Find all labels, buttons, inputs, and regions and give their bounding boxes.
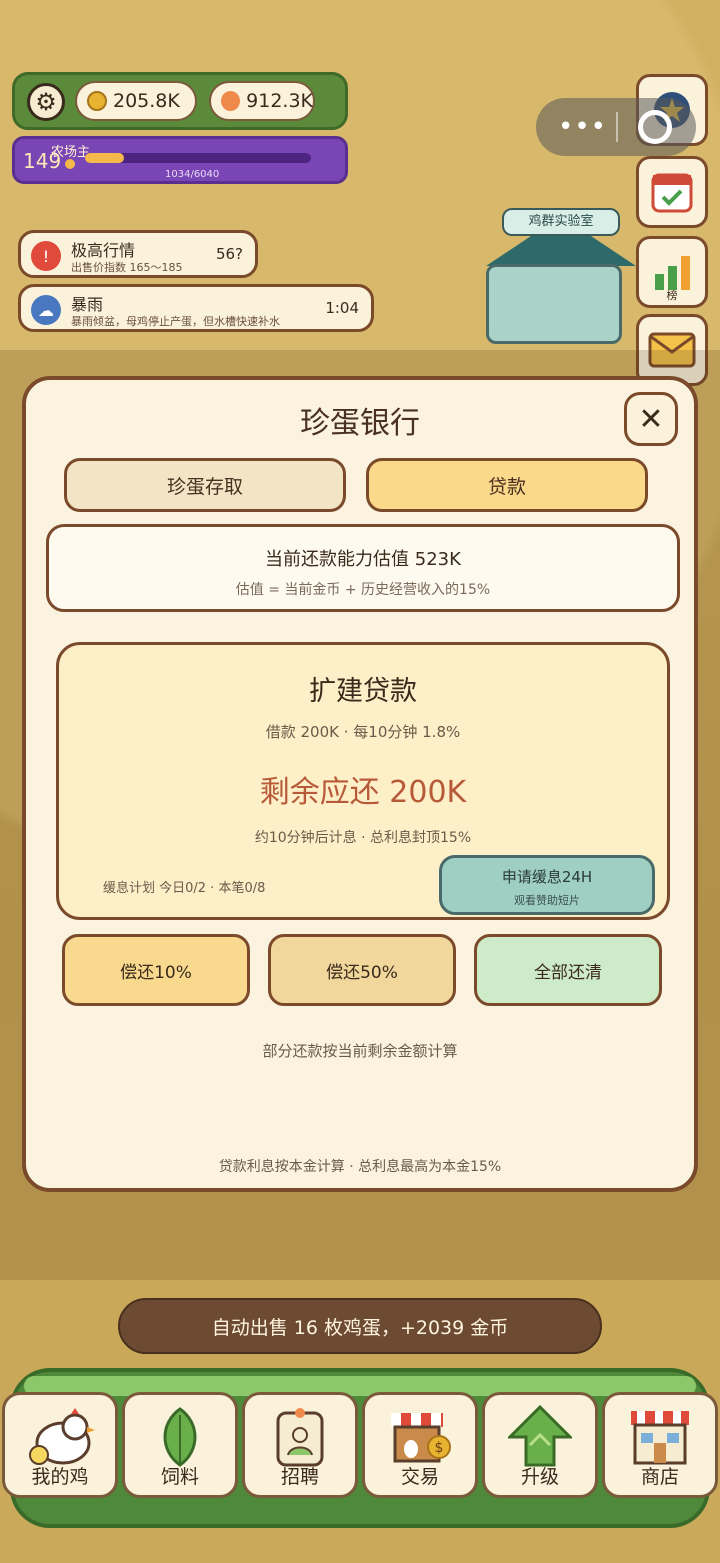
gold-counter: 205.8K <box>75 81 197 121</box>
estimate-formula: 估值 = 当前金币 + 历史经营收入的15% <box>235 582 491 598</box>
id-badge-icon <box>276 1408 324 1467</box>
close-program-icon[interactable] <box>638 110 672 144</box>
estimate-value: 当前还款能力估值 523K <box>265 549 461 570</box>
capsule-divider <box>616 112 618 142</box>
repay-all-button[interactable]: 全部还清 <box>474 934 662 1006</box>
nav-shop[interactable]: 商店 <box>602 1392 718 1498</box>
partial-repay-hint: 部分还款按当前剩余金额计算 <box>262 1042 458 1060</box>
gold-coin-icon <box>87 91 107 111</box>
nav-label: 交易 <box>400 1466 439 1488</box>
grace-title: 申请缓息24H <box>501 868 593 886</box>
nav-label: 招聘 <box>280 1466 319 1488</box>
nav-label: 商店 <box>640 1466 679 1488</box>
shop-icon <box>631 1411 689 1465</box>
rank-label: 榜 <box>666 289 678 302</box>
nav-feed[interactable]: 饲料 <box>122 1392 238 1498</box>
egg-bank-dialog: 珍蛋银行 ✕ 珍蛋存取 贷款 当前还款能力估值 523K 估值 = 当前金币 +… <box>22 376 698 1192</box>
chicken-lab-building[interactable]: 鸡群实验室 <box>486 196 636 346</box>
close-icon: ✕ <box>638 401 664 437</box>
side-rank-button[interactable]: 榜 <box>636 236 708 308</box>
gem-amount: 912.3K <box>246 90 313 112</box>
tab-loan[interactable]: 贷款 <box>366 458 648 512</box>
nav-recruit[interactable]: 招聘 <box>242 1392 358 1498</box>
notice-sub: 出售价指数 165～185 <box>71 261 183 274</box>
loan-interest-note: 约10分钟后计息 · 总利息封顶15% <box>254 830 472 846</box>
level-bar: 149 农场主 1034/6040 <box>12 136 348 184</box>
notice-timer: 1:04 <box>325 299 359 317</box>
bottom-nav-stripe <box>24 1376 696 1396</box>
nav-my-chickens[interactable]: 我的鸡 <box>2 1392 118 1498</box>
weather-notice[interactable]: ☁ 暴雨 暴雨倾盆，母鸡停止产蛋，但水槽快速补水 1:04 <box>18 284 374 332</box>
gem-icon <box>221 91 241 111</box>
notice-title: 极高行情 <box>71 241 136 260</box>
market-stall-icon: $ <box>391 1413 451 1463</box>
leaf-icon <box>163 1407 197 1467</box>
apply-grace-button[interactable]: 申请缓息24H 观看赞助短片 <box>439 855 655 915</box>
gear-icon[interactable]: ⚙ <box>27 83 65 121</box>
gem-counter: 912.3K <box>209 81 315 121</box>
up-arrow-icon <box>508 1405 572 1467</box>
xp-progress-text: 1034/6040 <box>165 169 220 180</box>
nav-label: 我的鸡 <box>31 1466 89 1488</box>
expansion-loan-card: 扩建贷款 借款 200K · 每10分钟 1.8% 剩余应还 200K 约10分… <box>56 642 670 920</box>
gold-amount: 205.8K <box>113 90 180 112</box>
mini-program-capsule[interactable]: ••• <box>536 98 696 156</box>
lab-body <box>486 264 622 344</box>
alert-icon: ! <box>31 241 61 271</box>
close-button[interactable]: ✕ <box>624 392 678 446</box>
notice-sub: 暴雨倾盆，母鸡停止产蛋，但水槽快速补水 <box>71 315 280 328</box>
notice-value: 56? <box>215 245 243 263</box>
interest-footer: 贷款利息按本金计算 · 总利息最高为本金15% <box>218 1159 502 1175</box>
auto-sell-toast: 自动出售 16 枚鸡蛋，+2039 金币 <box>118 1298 602 1354</box>
more-menu-icon[interactable]: ••• <box>558 112 607 142</box>
rain-cloud-icon: ☁ <box>31 295 61 325</box>
grace-plan-status: 缓息计划 今日0/2 · 本笔0/8 <box>103 881 266 896</box>
lab-sign: 鸡群实验室 <box>502 208 620 236</box>
xp-bar <box>85 153 311 163</box>
loan-terms: 借款 200K · 每10分钟 1.8% <box>265 723 461 741</box>
bar-chart-icon <box>655 256 690 290</box>
nav-label: 饲料 <box>160 1466 199 1488</box>
nav-upgrade[interactable]: 升级 <box>482 1392 598 1498</box>
svg-text:$: $ <box>435 1440 444 1456</box>
chicken-icon <box>29 1408 95 1465</box>
loan-title: 扩建贷款 <box>309 676 417 707</box>
grace-sub: 观看赞助短片 <box>514 894 580 907</box>
nav-trade[interactable]: $ 交易 <box>362 1392 478 1498</box>
nav-label: 升级 <box>520 1466 559 1488</box>
tab-deposit[interactable]: 珍蛋存取 <box>64 458 346 512</box>
side-checkin-button[interactable] <box>636 156 708 228</box>
xp-marker <box>65 159 75 169</box>
market-notice[interactable]: ! 极高行情 出售价指数 165～185 56? <box>18 230 258 278</box>
repay-10-button[interactable]: 偿还10% <box>62 934 250 1006</box>
notice-title: 暴雨 <box>71 295 104 314</box>
repay-50-button[interactable]: 偿还50% <box>268 934 456 1006</box>
xp-bar-fill <box>85 153 124 163</box>
top-resource-bar: ⚙ 205.8K 912.3K <box>12 72 348 130</box>
dialog-title: 珍蛋银行 <box>300 406 420 441</box>
loan-remaining: 剩余应还 200K <box>259 775 467 810</box>
calendar-check-icon <box>651 173 693 213</box>
repayment-estimate-card: 当前还款能力估值 523K 估值 = 当前金币 + 历史经营收入的15% <box>46 524 680 612</box>
